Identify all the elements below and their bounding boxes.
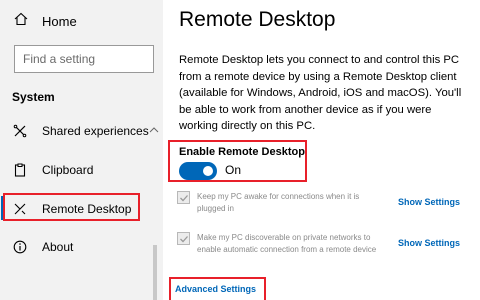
shared-experiences-icon: [12, 123, 28, 139]
chevron-up-icon: [148, 123, 160, 135]
enable-remote-desktop-label: Enable Remote Desktop: [179, 146, 305, 158]
page-title: Remote Desktop: [179, 8, 336, 31]
keep-awake-checkbox[interactable]: [177, 191, 190, 204]
clipboard-icon: [12, 162, 28, 178]
option-text: Make my PC discoverable on private netwo…: [197, 233, 377, 254]
sidebar-scrollbar[interactable]: [153, 245, 157, 300]
home-icon: [14, 12, 28, 31]
check-icon: [179, 235, 188, 242]
check-icon: [179, 194, 188, 201]
highlight-box-remote-desktop: [3, 193, 140, 221]
search-input[interactable]: [15, 46, 153, 72]
toggle-state-label: On: [225, 163, 242, 177]
discoverable-checkbox[interactable]: [177, 232, 190, 245]
advanced-settings-link[interactable]: Advanced Settings: [175, 284, 256, 294]
sidebar: Home System Shared experiences Clipboard…: [0, 0, 163, 300]
main-content: Remote Desktop Remote Desktop lets you c…: [163, 0, 480, 300]
show-settings-link[interactable]: Show Settings: [398, 238, 460, 248]
info-icon: [12, 239, 28, 255]
sidebar-item-clipboard[interactable]: Clipboard: [12, 158, 162, 182]
enable-remote-desktop-toggle[interactable]: [179, 162, 217, 180]
show-settings-link[interactable]: Show Settings: [398, 197, 460, 207]
sidebar-item-label: Clipboard: [42, 163, 94, 177]
sidebar-item-label: About: [42, 240, 74, 254]
sidebar-item-about[interactable]: About: [12, 235, 162, 259]
sidebar-item-home-label: Home: [42, 13, 77, 29]
sidebar-item-shared-experiences[interactable]: Shared experiences: [12, 119, 162, 143]
toggle-knob: [203, 166, 213, 176]
option-text: Keep my PC awake for connections when it…: [197, 192, 360, 213]
section-title: System: [12, 90, 55, 104]
sidebar-item-label: Shared experiences: [42, 124, 149, 138]
sidebar-item-home[interactable]: Home: [14, 12, 77, 30]
description-text: Remote Desktop lets you connect to and c…: [179, 54, 462, 132]
search-box[interactable]: [14, 45, 154, 73]
